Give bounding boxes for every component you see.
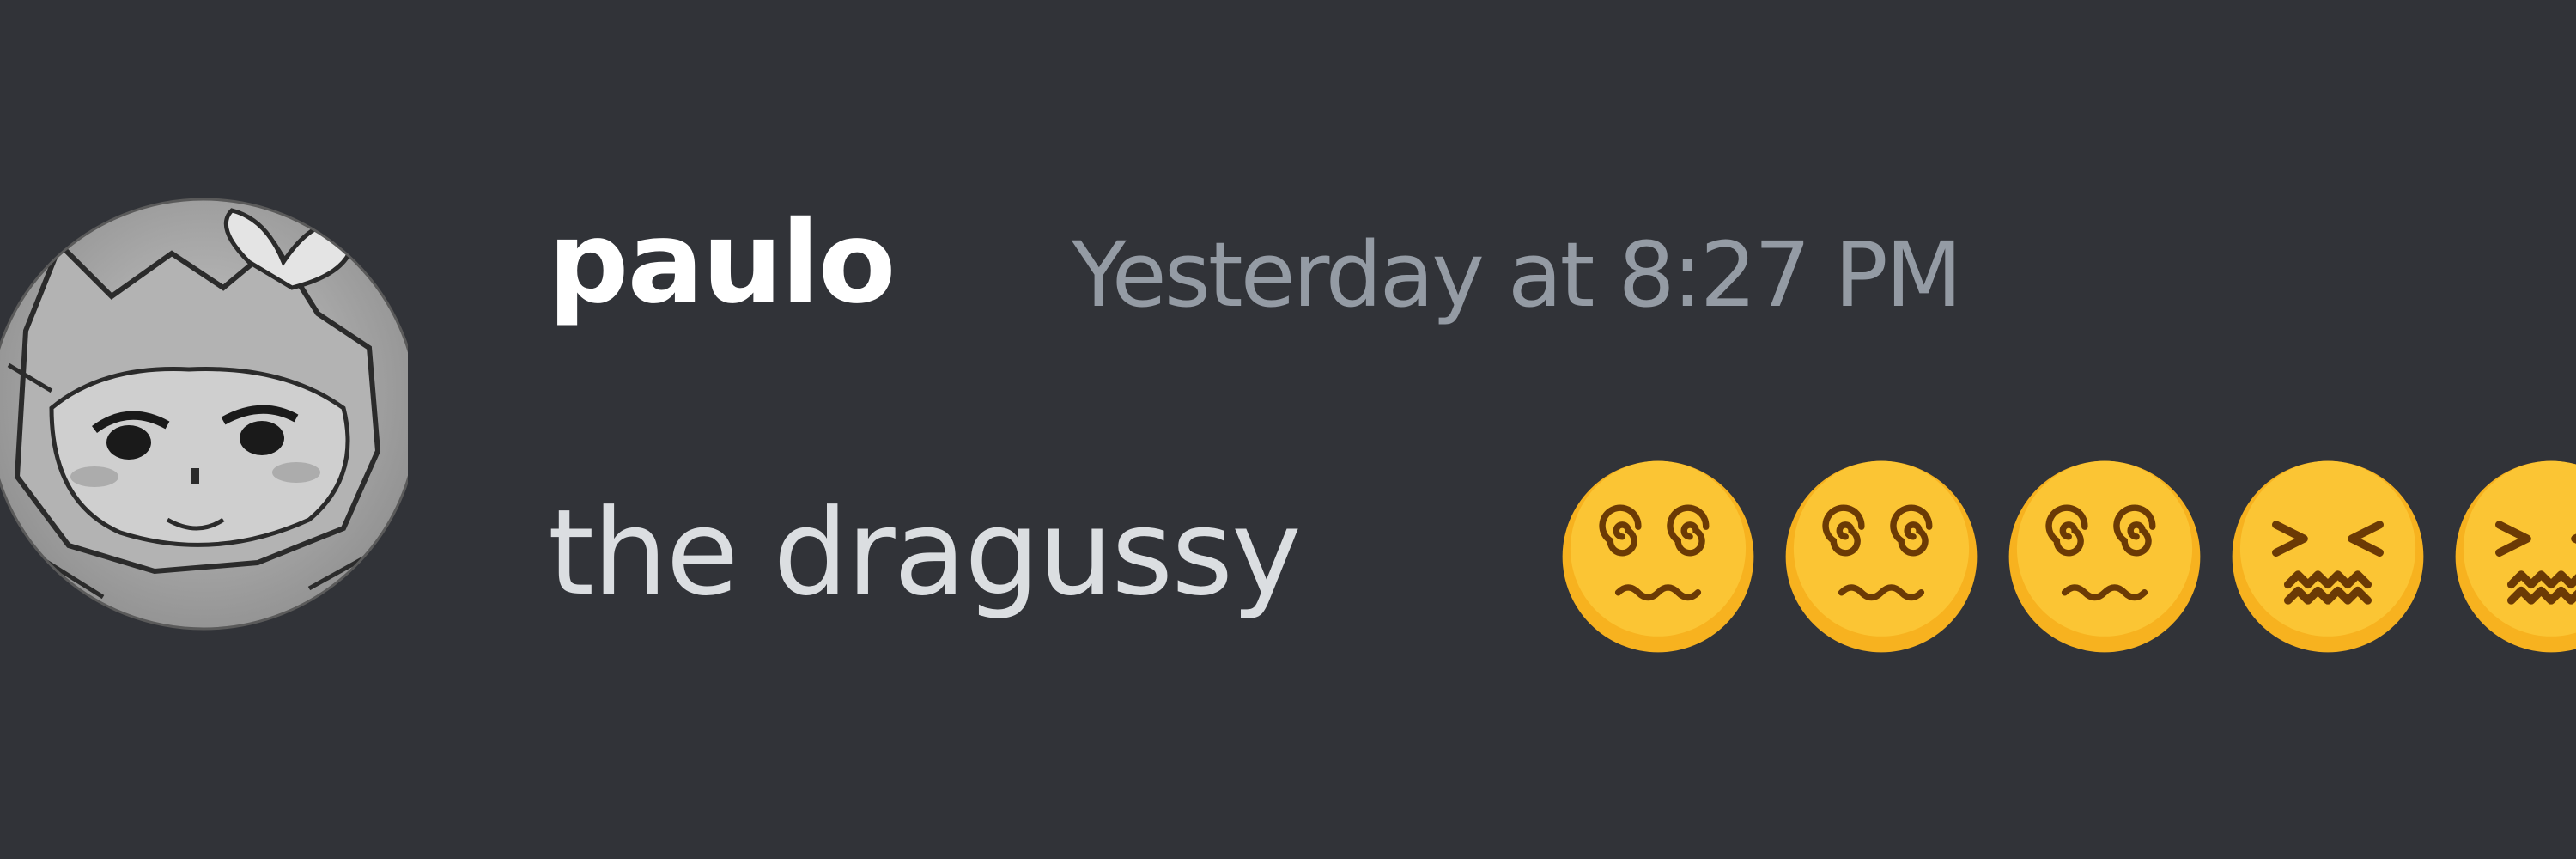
face-with-spiral-eyes-icon — [1558, 457, 1758, 656]
face-with-spiral-eyes-icon — [1782, 457, 1981, 656]
chat-message: paulo Yesterday at 8:27 PM the dragussy — [0, 0, 2576, 859]
confounded-face-icon — [2228, 457, 2427, 656]
message-timestamp[interactable]: Yesterday at 8:27 PM — [1072, 230, 1963, 320]
avatar[interactable] — [0, 193, 408, 636]
confounded-face-icon — [2451, 457, 2576, 656]
message-text: the dragussy — [548, 484, 1302, 622]
username[interactable]: paulo — [548, 206, 896, 320]
face-with-spiral-eyes-icon — [2005, 457, 2204, 656]
